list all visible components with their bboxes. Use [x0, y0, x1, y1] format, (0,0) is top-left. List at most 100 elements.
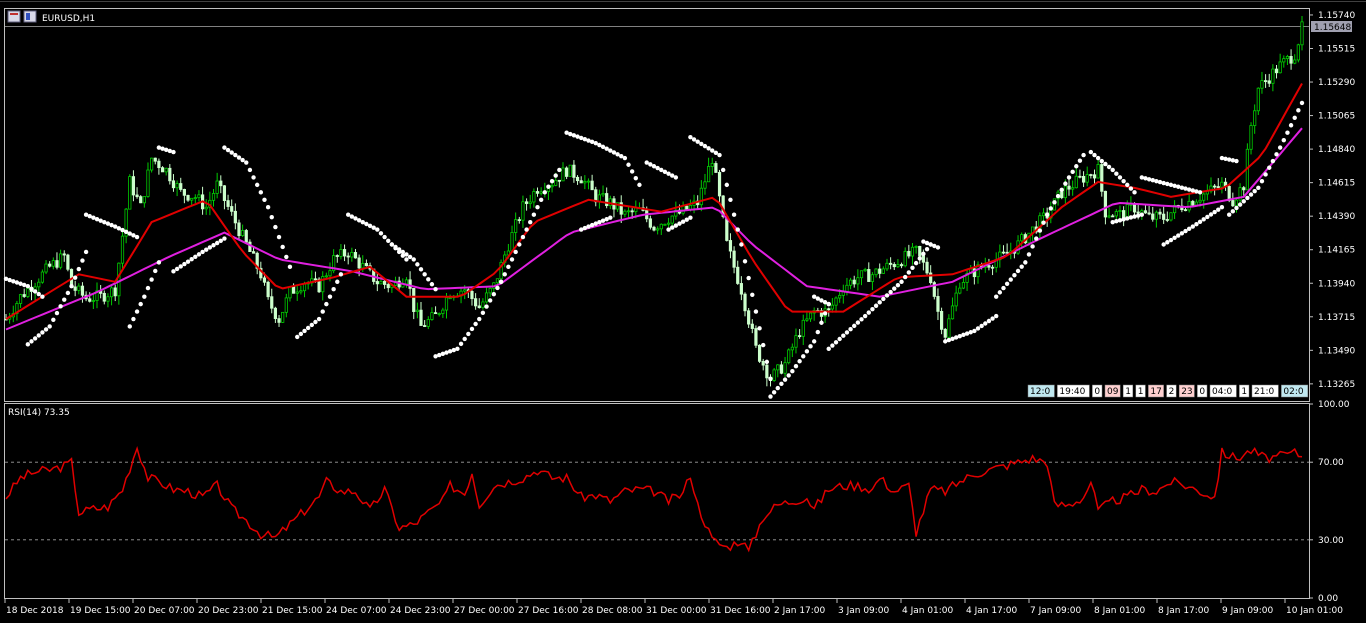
sar-dot	[797, 359, 802, 364]
candle-body	[106, 296, 110, 302]
candle-body	[1111, 215, 1115, 218]
timeline-tab-label: 12:0	[1030, 387, 1050, 397]
candle-body	[907, 250, 911, 257]
candle-body	[783, 362, 787, 374]
sar-dot	[280, 244, 285, 250]
sar-dot	[236, 155, 242, 160]
candle-body	[40, 271, 45, 283]
sar-dot	[1241, 199, 1246, 204]
candle-body	[954, 292, 958, 307]
candle-body	[44, 263, 48, 273]
candle-body	[1267, 80, 1271, 84]
candle-body	[22, 294, 26, 297]
candle-body	[419, 309, 423, 326]
sar-dot	[40, 294, 45, 299]
sar-dot	[717, 152, 722, 158]
candle-body	[477, 305, 481, 309]
sar-dot	[1186, 226, 1192, 232]
candle-body	[881, 268, 885, 274]
sar-dot	[25, 342, 31, 347]
sar-dot	[1023, 260, 1028, 265]
sar-dot	[768, 376, 773, 381]
rsi-pane[interactable]	[4, 403, 1310, 599]
sar-dot	[731, 212, 737, 217]
candle-body	[222, 185, 227, 201]
candle-body	[910, 246, 915, 257]
sar-dot	[393, 244, 398, 250]
candle-body	[59, 253, 63, 268]
sar-dot	[1099, 158, 1104, 164]
candle-body	[586, 180, 591, 183]
rsi-tick-label: 30.00	[1318, 536, 1344, 546]
candle-body	[182, 189, 186, 196]
candle-body	[270, 296, 274, 309]
candle-body	[787, 349, 791, 364]
sar-dot	[1208, 212, 1214, 217]
sar-dot	[415, 262, 420, 267]
price-tick-label: 1.13265	[1318, 380, 1355, 390]
candle-body	[568, 164, 572, 177]
sar-dot	[386, 238, 391, 243]
candle-body	[481, 301, 485, 309]
sar-dot	[62, 297, 67, 302]
candle-body	[699, 187, 703, 206]
candle-body	[299, 290, 303, 293]
candle-body	[750, 323, 754, 329]
sar-dot	[538, 197, 544, 202]
sar-dot	[935, 245, 941, 250]
sar-dot	[382, 234, 387, 240]
sar-dot	[739, 242, 744, 247]
sar-dot	[1139, 212, 1145, 217]
candle-body	[736, 266, 740, 284]
sar-dot	[724, 182, 730, 188]
candle-body	[495, 278, 500, 284]
candle-body	[277, 318, 281, 323]
sar-dot	[1277, 145, 1283, 150]
sar-dot	[134, 234, 140, 240]
candle-body	[1092, 174, 1097, 179]
candle-body	[878, 268, 882, 274]
sar-dot	[273, 224, 278, 230]
candle-body	[648, 218, 652, 228]
candle-body	[1183, 209, 1188, 212]
sar-dot	[178, 264, 183, 269]
sar-dot	[688, 134, 693, 140]
candle-body	[211, 193, 216, 201]
candle-body	[1227, 185, 1231, 201]
sar-dot	[240, 157, 245, 163]
sar-dot	[528, 219, 533, 225]
candle-body	[798, 335, 802, 338]
sar-dot	[247, 167, 253, 173]
sar-dot	[1252, 189, 1257, 194]
sar-dot	[1041, 220, 1046, 225]
candle-body	[579, 180, 583, 184]
timeline-tab-label: 09	[1107, 387, 1119, 397]
candle-body	[1220, 181, 1224, 188]
sar-dot	[1234, 158, 1239, 164]
candle-body	[939, 310, 944, 330]
candle-body	[892, 264, 896, 268]
candle-body	[386, 284, 390, 289]
candle-body	[757, 344, 762, 362]
sar-dot	[265, 205, 271, 210]
sar-dot	[1106, 164, 1112, 170]
sar-dot	[688, 215, 693, 220]
candle-body	[936, 296, 940, 312]
candle-body	[1249, 125, 1253, 150]
candle-body	[346, 255, 350, 258]
candle-body	[1005, 251, 1009, 254]
candle-body	[186, 194, 190, 201]
sar-dot	[779, 381, 784, 387]
sar-dot	[750, 292, 755, 298]
candle-body	[430, 312, 434, 320]
time-tick-label: 20 Dec 23:00	[198, 606, 259, 616]
candle-body	[1194, 201, 1199, 206]
sar-dot	[811, 339, 817, 344]
sar-dot	[793, 364, 799, 369]
candle-body	[776, 364, 780, 371]
candle-body	[1136, 211, 1140, 214]
candle-body	[899, 264, 904, 267]
sar-dot	[979, 323, 984, 329]
candle-body	[171, 180, 176, 189]
sar-dot	[222, 145, 227, 150]
